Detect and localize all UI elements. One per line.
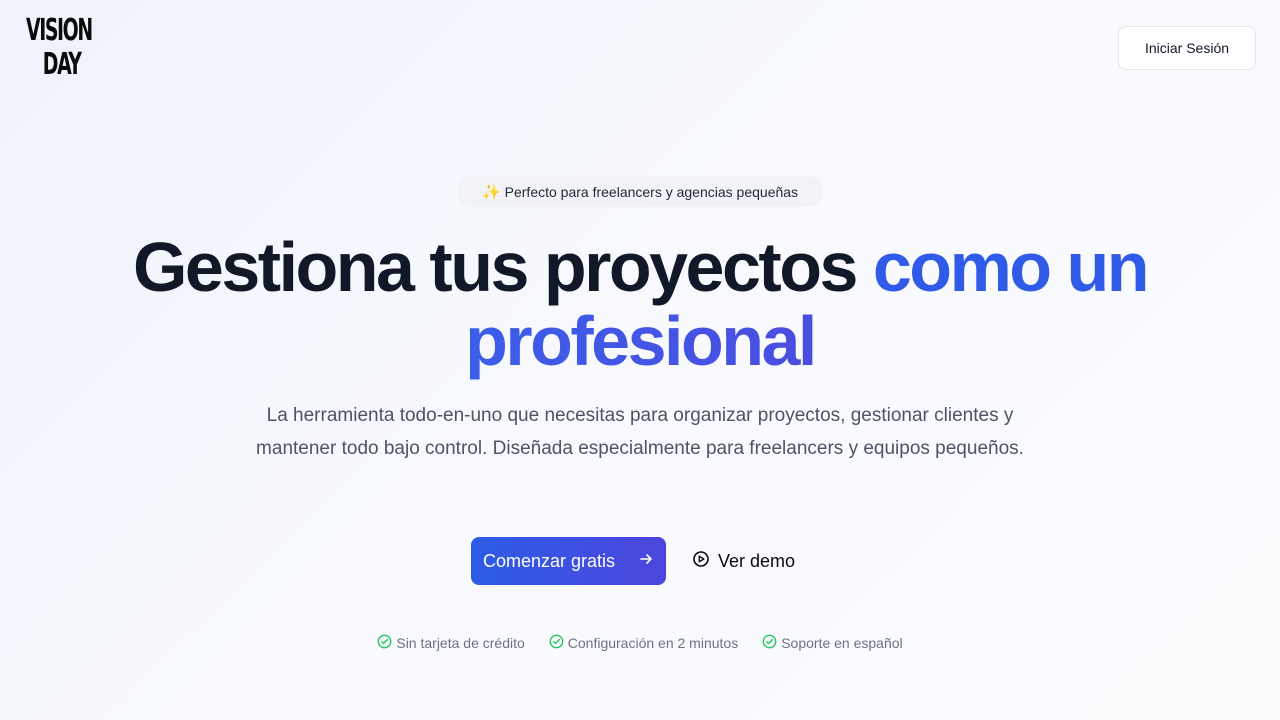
check-circle-icon xyxy=(549,634,564,652)
sparkles-icon: ✨ xyxy=(481,183,501,201)
brand-logo[interactable]: VISION DAY xyxy=(26,16,120,80)
brand-logo-line1: VISION xyxy=(26,13,93,48)
login-button[interactable]: Iniciar Sesión xyxy=(1118,26,1256,70)
check-circle-icon xyxy=(377,634,392,652)
headline-part-1: Gestiona tus proyectos xyxy=(132,228,873,306)
start-free-label: Comenzar gratis xyxy=(483,550,616,571)
hero-headline: Gestiona tus proyectos como un profesion… xyxy=(0,230,1280,378)
feature-label: Configuración en 2 minutos xyxy=(567,635,739,651)
check-circle-icon xyxy=(762,634,777,652)
feature-label: Soporte en español xyxy=(781,635,903,651)
start-free-button[interactable]: Comenzar gratis xyxy=(471,537,666,585)
watch-demo-button[interactable]: Ver demo xyxy=(692,545,795,577)
watch-demo-label: Ver demo xyxy=(718,550,796,571)
hero-badge: ✨ Perfecto para freelancers y agencias p… xyxy=(457,176,823,207)
feature-item: Soporte en español xyxy=(762,634,903,652)
feature-label: Sin tarjeta de crédito xyxy=(396,635,525,651)
feature-list: Sin tarjeta de crédito Configuración en … xyxy=(0,634,1280,652)
hero-badge-text: Perfecto para freelancers y agencias peq… xyxy=(504,183,799,200)
brand-logo-line2: DAY xyxy=(42,47,82,82)
feature-item: Configuración en 2 minutos xyxy=(549,634,738,652)
headline-part-2: como un xyxy=(872,228,1150,306)
hero-subtitle: La herramienta todo-en-uno que necesitas… xyxy=(256,405,1024,459)
play-circle-icon xyxy=(692,550,710,573)
arrow-right-icon xyxy=(639,552,653,571)
feature-item: Sin tarjeta de crédito xyxy=(377,634,525,652)
headline-part-3: profesional xyxy=(465,302,817,380)
